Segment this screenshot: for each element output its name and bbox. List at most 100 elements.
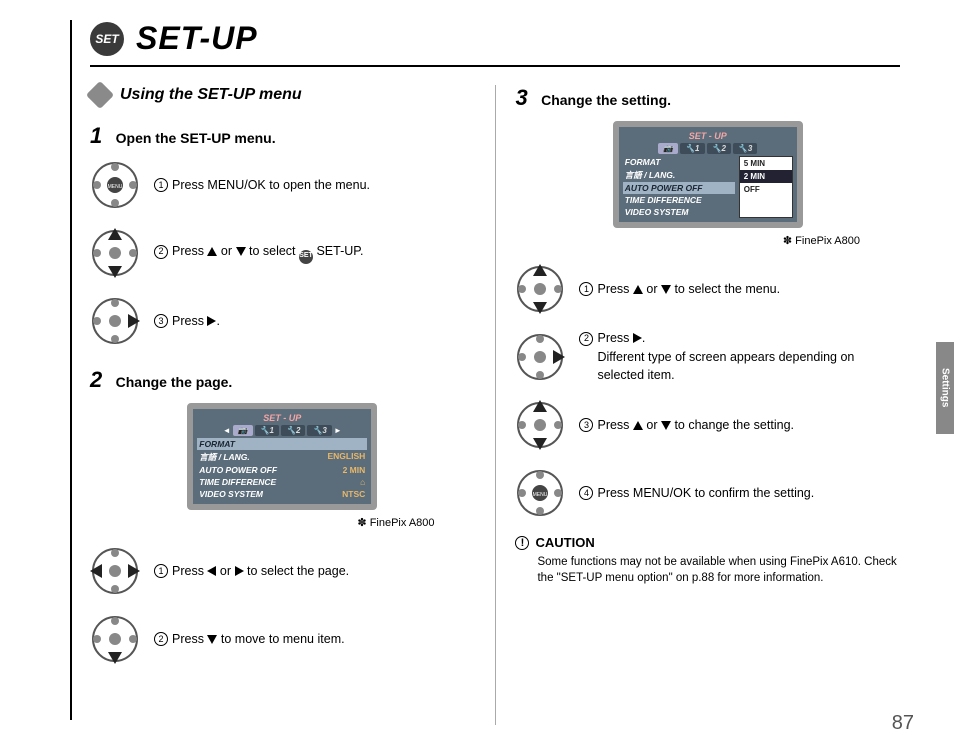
caution-title: CAUTION (535, 535, 594, 550)
lcd-title: SET - UP (623, 131, 793, 141)
svg-text:MENU: MENU (533, 492, 548, 498)
set-badge-icon: SET (90, 22, 124, 56)
lcd-caption: ✽ FinePix A800 (515, 234, 860, 247)
instruction-row: 3Press or to change the setting. (515, 393, 900, 457)
substep-number-icon: 2 (154, 632, 168, 646)
left-column: Using the SET-UP menu 1 Open the SET-UP … (90, 85, 475, 725)
instruction-text: 3Press or to change the setting. (579, 416, 794, 435)
lcd-row: 言語 / LANG.ENGLISH (197, 450, 367, 464)
caution-heading: ! CAUTION (515, 535, 900, 550)
page-header: SET SET-UP (90, 20, 900, 67)
dpad-icon (90, 614, 140, 664)
up-arrow-icon (207, 247, 217, 256)
substep-number-icon: 2 (154, 245, 168, 259)
down-arrow-icon (661, 421, 671, 430)
lcd-row: FORMAT (623, 156, 735, 168)
page-title: SET-UP (136, 20, 258, 57)
lcd-caption: ✽ FinePix A800 (90, 516, 435, 529)
instruction-row: 2Press to move to menu item. (90, 607, 475, 671)
substep-number-icon: 1 (579, 282, 593, 296)
instruction-label: Press (172, 314, 207, 328)
caution-body: Some functions may not be available when… (537, 554, 900, 586)
step-title: Change the page. (116, 374, 233, 390)
instruction-label: Press (597, 331, 632, 345)
instruction-label: to select the page. (244, 564, 350, 578)
instruction-label: . (642, 331, 645, 345)
instruction-text: 1 Press MENU/OK to open the menu. (154, 176, 370, 195)
substep-number-icon: 1 (154, 178, 168, 192)
step-number: 2 (90, 367, 112, 393)
substep-number-icon: 2 (579, 332, 593, 346)
down-arrow-icon (207, 635, 217, 644)
dpad-icon (90, 228, 140, 278)
dpad-icon (515, 332, 565, 382)
lcd-tabs: ◄ 📷 🔧1 🔧2 🔧3 ► (197, 425, 367, 436)
dpad-icon (90, 546, 140, 596)
step-1: 1 Open the SET-UP menu. MENU 1Press MENU… (90, 123, 475, 353)
substep-number-icon: 3 (579, 418, 593, 432)
instruction-label: or (643, 282, 661, 296)
popup-option: 5 MIN (740, 157, 792, 170)
step-3: 3 Change the setting. SET - UP 📷 🔧1 🔧2 🔧… (515, 85, 900, 586)
down-arrow-icon (236, 247, 246, 256)
instruction-row: 1 Press or to select the menu. (515, 257, 900, 321)
lcd-row: VIDEO SYSTEMNTSC (197, 488, 367, 500)
dpad-icon (515, 400, 565, 450)
lcd-row: AUTO POWER OFF2 MIN (197, 464, 367, 476)
instruction-label: Press MENU/OK to confirm the setting. (597, 486, 814, 500)
substep-number-icon: 1 (154, 564, 168, 578)
lcd-screen-b: SET - UP 📷 🔧1 🔧2 🔧3 FORMAT 言語 / LANG. AU… (613, 121, 803, 228)
lcd-tab: 🔧2 (281, 425, 305, 436)
instruction-label: to change the setting. (671, 418, 794, 432)
right-arrow-icon (235, 566, 244, 576)
instruction-label: or (217, 244, 235, 258)
svg-text:MENU: MENU (108, 184, 123, 190)
step-title: Change the setting. (541, 92, 671, 108)
lcd-tab: 🔧3 (307, 425, 331, 436)
substep-number-icon: 4 (579, 486, 593, 500)
lcd-row: 言語 / LANG. (623, 168, 735, 182)
up-arrow-icon (633, 421, 643, 430)
instruction-text: 2Press or to select SET SET-UP. (154, 242, 363, 263)
lcd-tab: 🔧3 (733, 143, 757, 154)
instruction-label: Press (172, 244, 207, 258)
dpad-icon (515, 264, 565, 314)
instruction-row: MENU 4 Press MENU/OK to confirm the setti… (515, 461, 900, 525)
instruction-label: Press MENU/OK to open the menu. (172, 178, 370, 192)
lcd-row: VIDEO SYSTEM (623, 206, 735, 218)
down-arrow-icon (661, 285, 671, 294)
side-tab: Settings (936, 342, 954, 434)
lcd-tab: 🔧2 (707, 143, 731, 154)
right-column: 3 Change the setting. SET - UP 📷 🔧1 🔧2 🔧… (515, 85, 900, 725)
lcd-tab: 📷 (233, 425, 253, 436)
instruction-label: Press (597, 282, 632, 296)
caution-icon: ! (515, 536, 529, 550)
instruction-text: 4 Press MENU/OK to confirm the setting. (579, 484, 814, 503)
instruction-text: 2Press . Different type of screen appear… (579, 329, 900, 385)
hex-bullet-icon (86, 81, 114, 109)
dpad-icon: MENU (90, 160, 140, 210)
instruction-label: SET-UP. (313, 244, 363, 258)
step-number: 1 (90, 123, 112, 149)
manual-page: SET SET-UP Using the SET-UP menu 1 Open … (70, 20, 900, 720)
lcd-tab: 📷 (658, 143, 678, 154)
step-2: 2 Change the page. SET - UP ◄ 📷 🔧1 🔧2 🔧3… (90, 367, 475, 671)
instruction-text: 1 Press or to select the menu. (579, 280, 780, 299)
right-arrow-icon (633, 333, 642, 343)
instruction-label: Press (172, 564, 207, 578)
lcd-row: AUTO POWER OFF (623, 182, 735, 194)
section-heading: Using the SET-UP menu (120, 86, 302, 104)
lcd-tab: 🔧1 (255, 425, 279, 436)
substep-number-icon: 3 (154, 314, 168, 328)
lcd-popup: 5 MIN 2 MIN OFF (739, 156, 793, 218)
instruction-row: 3Press . (90, 289, 475, 353)
instruction-label: or (216, 564, 234, 578)
lcd-row: TIME DIFFERENCE (623, 194, 735, 206)
instruction-label: Press (172, 632, 207, 646)
instruction-label: to select the menu. (671, 282, 780, 296)
up-arrow-icon (633, 285, 643, 294)
page-number: 87 (892, 712, 914, 735)
lcd-tab: 🔧1 (680, 143, 704, 154)
instruction-text: 3Press . (154, 312, 220, 331)
dpad-icon: MENU (515, 468, 565, 518)
